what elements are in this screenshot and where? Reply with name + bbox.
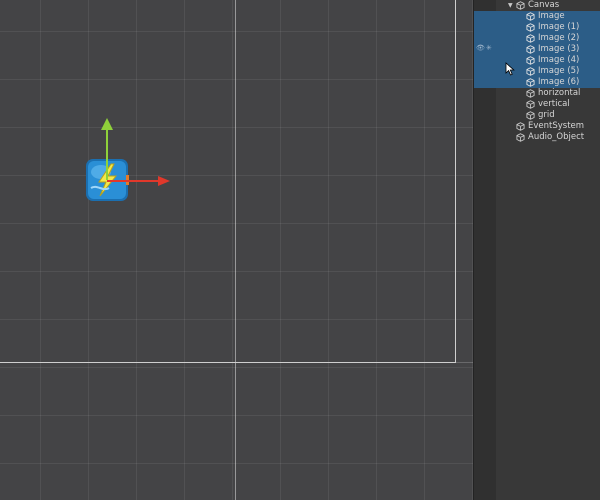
hierarchy-item-image-2[interactable]: Image (2) (474, 33, 600, 44)
move-gizmo-x-axis[interactable] (107, 180, 161, 182)
hierarchy-item-label: Image (5) (538, 66, 580, 76)
hierarchy-item-image-6[interactable]: Image (6) (474, 77, 600, 88)
hierarchy-item-label: EventSystem (528, 121, 585, 131)
gameobject-cube-icon (516, 1, 525, 10)
gameobject-cube-icon (526, 56, 535, 65)
gameobject-cube-icon (526, 100, 535, 109)
gameobject-cube-icon (526, 89, 535, 98)
gameobject-cube-icon (526, 78, 535, 87)
hierarchy-item-audio-object[interactable]: Audio_Object (474, 132, 600, 143)
move-gizmo-x-arrow-icon[interactable] (158, 176, 170, 186)
expand-arrow-icon[interactable]: ▼ (508, 0, 513, 11)
hierarchy-item-label: grid (538, 110, 555, 120)
hierarchy-item-label: Image (2) (538, 33, 580, 43)
gameobject-cube-icon (526, 111, 535, 120)
gameobject-cube-icon (526, 45, 535, 54)
hierarchy-item-grid[interactable]: grid (474, 110, 600, 121)
hierarchy-item-image-5[interactable]: Image (5) (474, 66, 600, 77)
hierarchy-item-image-1[interactable]: Image (1) (474, 22, 600, 33)
hierarchy-item-label: Image (3) (538, 44, 580, 54)
scene-center-line-vertical (235, 0, 236, 500)
hierarchy-panel[interactable]: 👁✳ ▼ Canvas Image Image (1) Image (2) Im… (473, 0, 600, 500)
hierarchy-item-image-3[interactable]: Image (3) (474, 44, 600, 55)
hierarchy-item-canvas[interactable]: ▼ Canvas (474, 0, 600, 11)
hierarchy-item-label: Image (538, 11, 565, 21)
mouse-cursor-icon (505, 62, 515, 76)
hierarchy-item-label: Image (4) (538, 55, 580, 65)
hierarchy-item-image-4[interactable]: Image (4) (474, 55, 600, 66)
gameobject-cube-icon (526, 67, 535, 76)
hierarchy-item-label: Image (1) (538, 22, 580, 32)
hierarchy-item-label: Canvas (528, 0, 560, 10)
gameobject-cube-icon (516, 133, 525, 142)
hierarchy-item-eventsystem[interactable]: EventSystem (474, 121, 600, 132)
gameobject-cube-icon (526, 23, 535, 32)
hierarchy-item-vertical[interactable]: vertical (474, 99, 600, 110)
gameobject-cube-icon (516, 122, 525, 131)
scene-view[interactable] (0, 0, 473, 500)
hierarchy-item-label: vertical (538, 99, 570, 109)
hierarchy-item-label: Audio_Object (528, 132, 585, 142)
gameobject-cube-icon (526, 12, 535, 21)
canvas-border-right (455, 0, 456, 363)
move-gizmo-y-arrow-icon[interactable] (101, 118, 113, 130)
hierarchy-item-label: horizontal (538, 88, 581, 98)
hierarchy-item-label: Image (6) (538, 77, 580, 87)
gameobject-cube-icon (526, 34, 535, 43)
hierarchy-item-horizontal[interactable]: horizontal (474, 88, 600, 99)
hierarchy-item-image[interactable]: Image (474, 11, 600, 22)
canvas-border-bottom (0, 362, 456, 363)
move-gizmo-y-axis[interactable] (106, 128, 108, 180)
